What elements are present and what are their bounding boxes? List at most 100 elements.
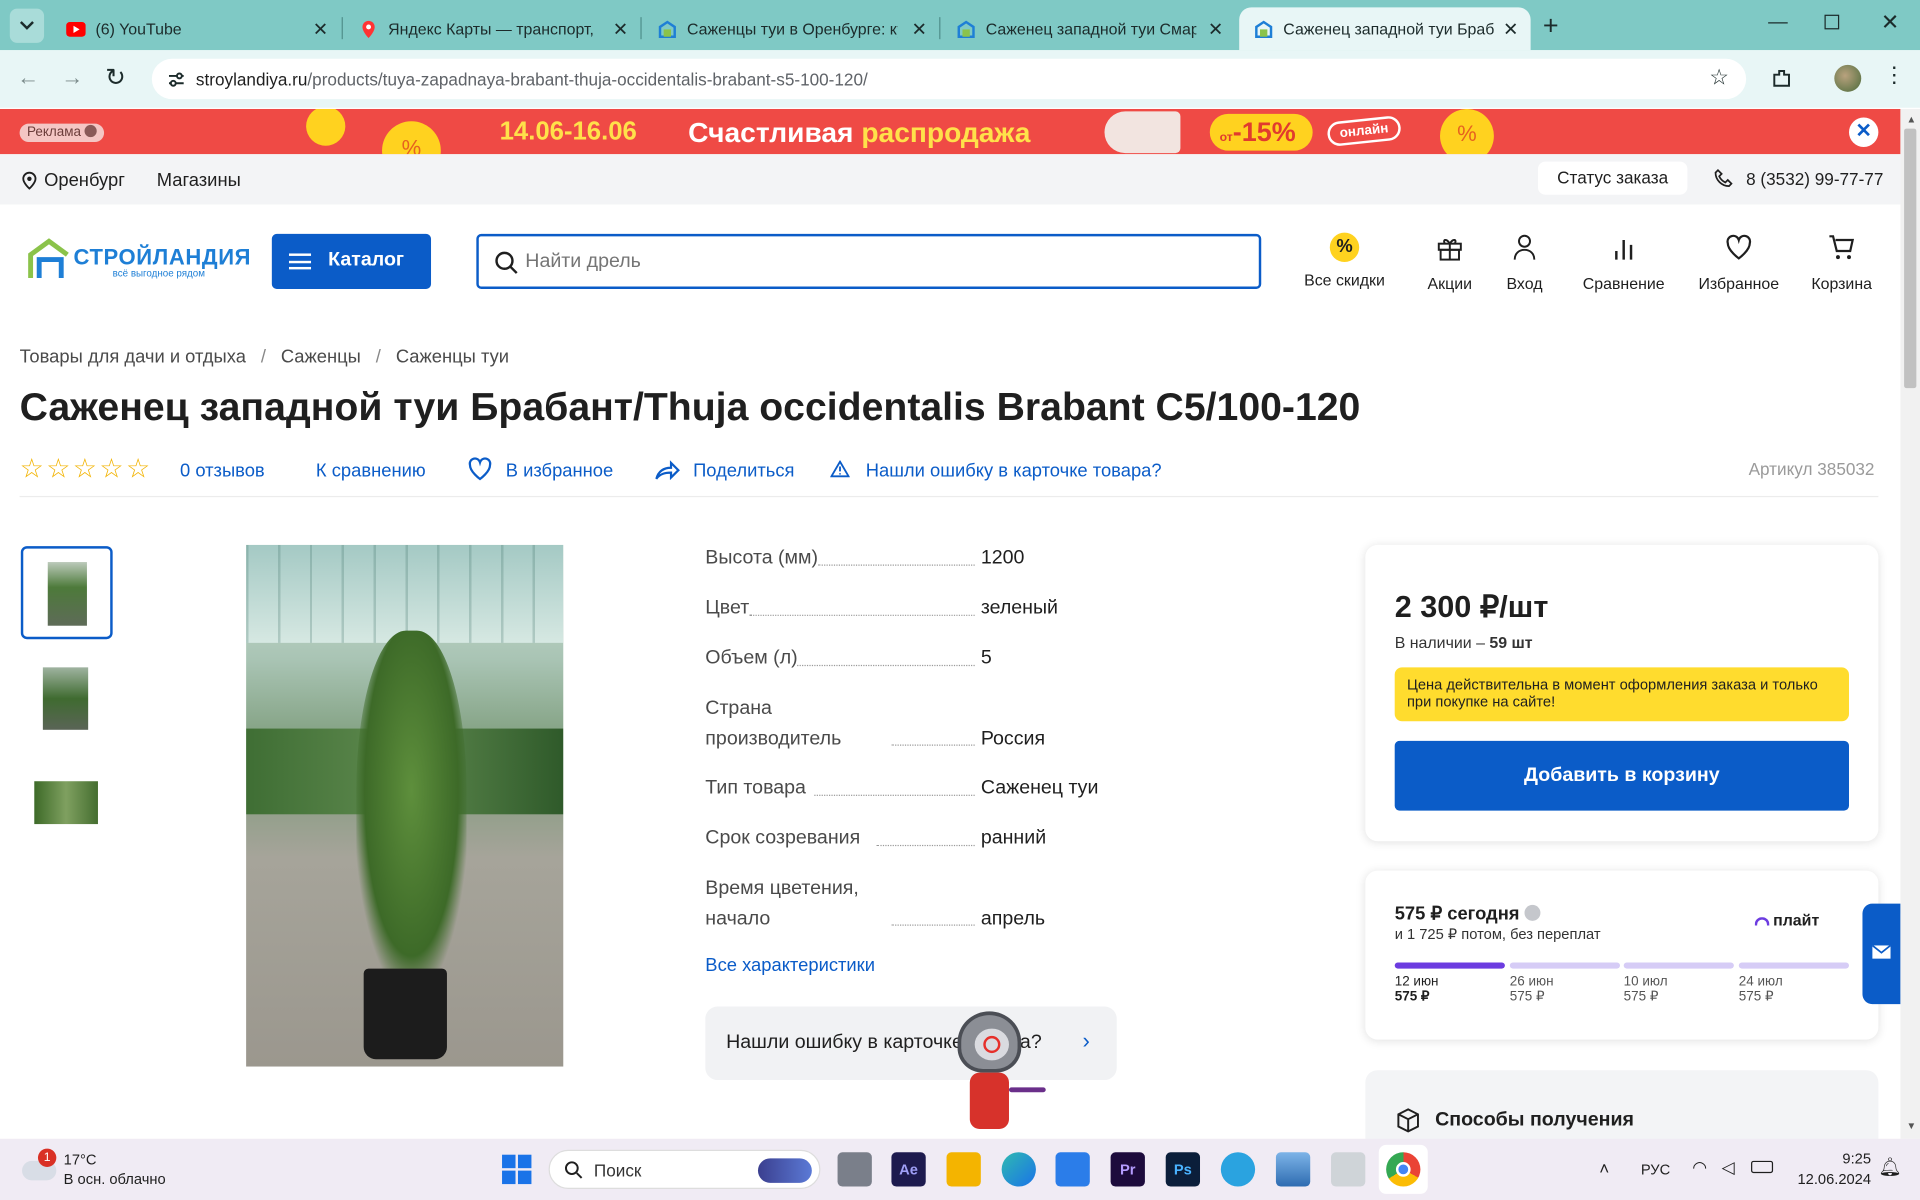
mascot-widget[interactable]	[950, 1011, 1046, 1138]
breadcrumb-item[interactable]: Саженцы	[281, 347, 361, 368]
order-status-button[interactable]: Статус заказа	[1537, 161, 1688, 195]
premiere-icon[interactable]: Pr	[1110, 1152, 1145, 1187]
page-scrollbar[interactable]: ▲ ▼	[1900, 108, 1920, 1139]
product-photo[interactable]	[246, 544, 564, 1067]
windows-start-icon[interactable]	[502, 1154, 532, 1185]
stores-link[interactable]: Магазины	[157, 170, 241, 191]
close-icon[interactable]: ✕	[313, 18, 328, 41]
nav-all-discounts[interactable]: % Все скидки	[1296, 232, 1394, 289]
info-icon	[1524, 904, 1541, 921]
gift-icon	[1437, 239, 1462, 261]
reviews-link[interactable]: 0 отзывов	[180, 460, 265, 481]
ad-dates: 14.06-16.06	[499, 117, 637, 146]
wifi-icon[interactable]: ◠	[1692, 1157, 1707, 1178]
nav-login[interactable]: Вход	[1494, 233, 1555, 293]
store-icon[interactable]	[1055, 1152, 1090, 1187]
app-icon[interactable]	[1331, 1152, 1366, 1187]
edge-icon[interactable]	[1001, 1152, 1036, 1187]
back-button[interactable]: ←	[17, 65, 39, 91]
warning-icon[interactable]	[830, 460, 850, 478]
tab-thuja-orenburg[interactable]: Саженцы туи в Оренбурге: куп ✕	[643, 7, 939, 50]
nav-compare[interactable]: Сравнение	[1575, 233, 1673, 293]
tab-thuja-smaragd[interactable]: Саженец западной туи Смараг ✕	[942, 7, 1236, 50]
site-settings-icon[interactable]	[167, 70, 187, 90]
browser-menu-icon[interactable]: ⋮	[1883, 62, 1905, 88]
close-icon[interactable]: ✕	[1503, 18, 1518, 41]
ad-headline: Счастливая распродажа	[688, 116, 1031, 149]
taskbar-search[interactable]: Поиск	[548, 1149, 821, 1189]
heart-icon[interactable]	[467, 457, 494, 481]
chevron-right-icon: ›	[1082, 1028, 1090, 1054]
all-specs-link[interactable]: Все характеристики	[705, 955, 875, 976]
bookmark-star-icon[interactable]: ☆	[1709, 65, 1729, 91]
thumbnail-3[interactable]	[34, 781, 98, 825]
photoshop-icon[interactable]: Ps	[1165, 1152, 1201, 1187]
chevron-up-icon[interactable]: ˄	[1599, 1158, 1609, 1178]
extensions-icon[interactable]	[1771, 67, 1793, 89]
close-window-button[interactable]: ✕	[1881, 10, 1899, 36]
volume-icon[interactable]: ◁	[1722, 1157, 1735, 1178]
feedback-mail-button[interactable]	[1862, 903, 1901, 1005]
language-indicator[interactable]: РУС	[1641, 1161, 1670, 1178]
battery-icon[interactable]	[1751, 1160, 1774, 1174]
after-effects-icon[interactable]: Ae	[891, 1152, 926, 1187]
task-view-icon[interactable]	[837, 1152, 872, 1187]
clock[interactable]: 9:25 12.06.2024	[1790, 1149, 1871, 1191]
rating-stars[interactable]: ☆☆☆☆☆	[20, 453, 153, 485]
notification-bell-icon[interactable]: 🔔︎	[1878, 1156, 1901, 1178]
reload-button[interactable]: ↻	[105, 62, 126, 93]
city-selector[interactable]: Оренбург	[44, 170, 125, 191]
catalog-button[interactable]: Каталог	[271, 233, 432, 289]
tab-thuja-brabant-active[interactable]: Саженец западной туи Брабан ✕	[1239, 7, 1531, 51]
url-text[interactable]: stroylandiya.ru/products/tuya-zapadnaya-…	[196, 70, 868, 90]
scrollbar-thumb[interactable]	[1904, 128, 1917, 389]
add-to-cart-button[interactable]: Добавить в корзину	[1394, 740, 1849, 811]
chrome-icon-active[interactable]	[1378, 1144, 1428, 1194]
compare-link[interactable]: К сравнению	[316, 460, 426, 481]
nav-favorites[interactable]: Избранное	[1690, 233, 1788, 293]
report-error-link[interactable]: Нашли ошибку в карточке товара?	[866, 460, 1162, 481]
installment-today: 575 ₽ сегодня	[1395, 902, 1541, 924]
close-icon[interactable]: ✕	[912, 18, 927, 41]
heart-icon	[1726, 234, 1752, 260]
favorite-link[interactable]: В избранное	[506, 460, 614, 481]
ad-banner[interactable]: Реклама % 14.06-16.06 Счастливая распрод…	[0, 108, 1901, 155]
tab-search-button[interactable]	[9, 8, 45, 43]
breadcrumb-item[interactable]: Товары для дачи и отдыха	[20, 347, 246, 368]
restore-button[interactable]	[1824, 14, 1840, 30]
search-box[interactable]	[476, 233, 1262, 289]
omnibox[interactable]: stroylandiya.ru/products/tuya-zapadnaya-…	[151, 58, 1747, 100]
ad-close-button[interactable]: ✕	[1848, 117, 1879, 147]
breadcrumb-item[interactable]: Саженцы туи	[396, 347, 509, 368]
profile-avatar[interactable]	[1834, 64, 1862, 92]
tab-title: Саженец западной туи Брабан	[1283, 19, 1494, 38]
search-input[interactable]	[525, 247, 1236, 277]
installment-step	[1394, 962, 1505, 969]
close-icon[interactable]: ✕	[1208, 18, 1223, 41]
spec-name: производитель	[705, 728, 842, 750]
tab-yandex-maps[interactable]: Яндекс Карты — транспорт, на ✕	[344, 7, 640, 50]
file-explorer-icon[interactable]	[946, 1152, 981, 1187]
new-tab-button[interactable]: +	[1543, 10, 1559, 42]
user-icon	[1513, 234, 1536, 260]
page-title: Саженец западной туи Брабант/Thuja occid…	[19, 384, 1361, 429]
share-link[interactable]: Поделиться	[693, 460, 794, 481]
percent-ball-decor: %	[1440, 108, 1494, 155]
report-error-box[interactable]: Нашли ошибку в карточке товара? ›	[705, 1006, 1117, 1081]
forward-button[interactable]: →	[61, 65, 83, 91]
photos-icon[interactable]	[1275, 1152, 1311, 1187]
telegram-icon[interactable]	[1220, 1152, 1256, 1187]
phone-number[interactable]: 8 (3532) 99-77-77	[1746, 169, 1883, 189]
weather-widget[interactable]: 1 17°C В осн. облачно	[22, 1146, 193, 1193]
share-icon[interactable]	[654, 458, 681, 481]
site-logo[interactable]: СТРОЙЛАНДИЯ всё выгодное рядом	[27, 238, 251, 282]
thumbnail-2[interactable]	[42, 667, 89, 730]
installments-card[interactable]: 575 ₽ сегодня и 1 725 ₽ потом, без переп…	[1365, 870, 1879, 1040]
tab-youtube[interactable]: (6) YouTube ✕	[51, 7, 340, 50]
nav-cart[interactable]: Корзина	[1805, 233, 1878, 293]
close-icon[interactable]: ✕	[613, 18, 628, 41]
minimize-button[interactable]: —	[1768, 12, 1788, 34]
thumbnail-1[interactable]	[20, 546, 113, 640]
spec-value: 1200	[980, 547, 1025, 569]
nav-promotions[interactable]: Акции	[1413, 233, 1486, 293]
